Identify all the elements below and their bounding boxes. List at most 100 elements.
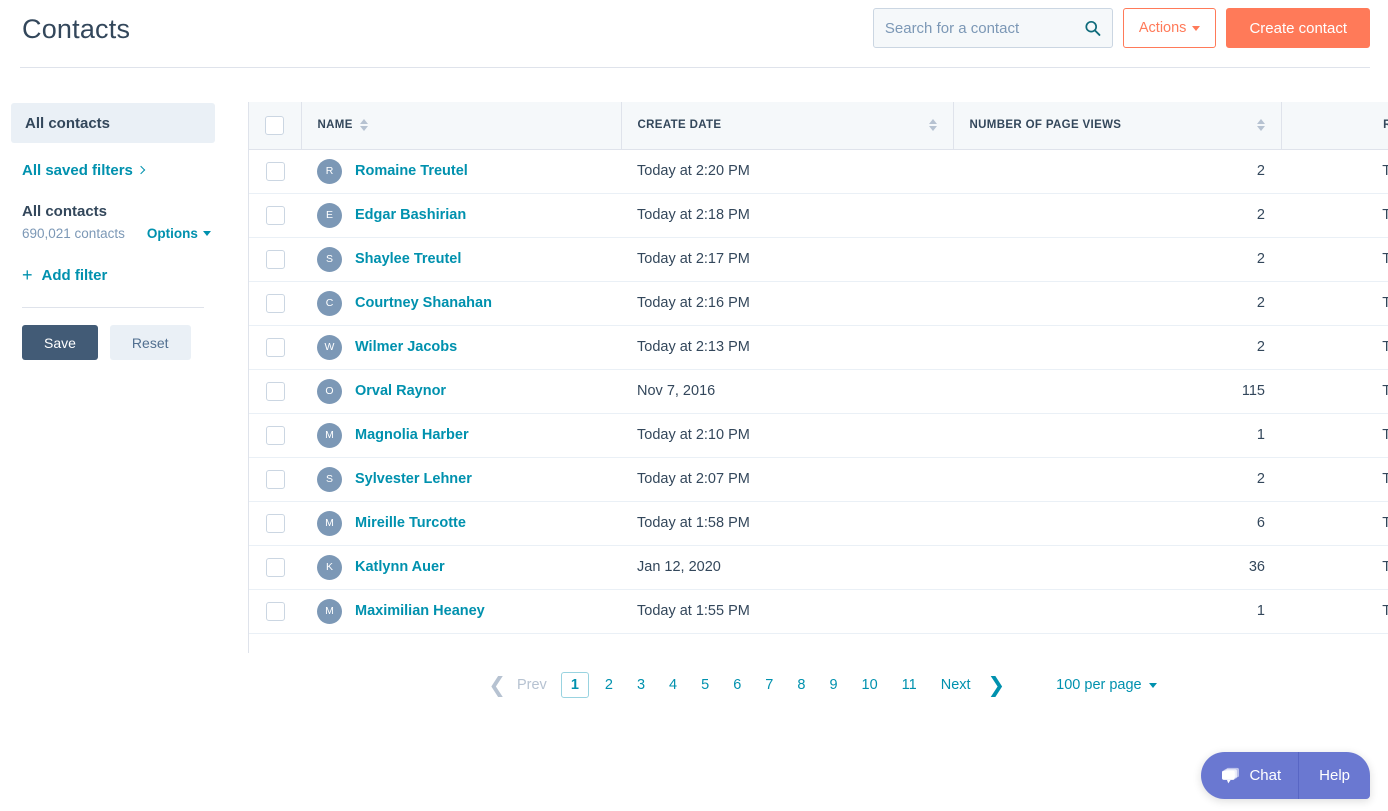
- row-name-cell: E Edgar Bashirian: [301, 193, 621, 238]
- save-button[interactable]: Save: [22, 325, 98, 360]
- row-checkbox[interactable]: [265, 469, 285, 489]
- add-filter-button[interactable]: + Add filter: [22, 266, 107, 284]
- column-header-name-label: NAME: [317, 119, 353, 132]
- chat-button[interactable]: Chat: [1201, 752, 1298, 799]
- page-header: Contacts Actions Create contact: [0, 0, 1388, 58]
- help-button[interactable]: Help: [1299, 752, 1370, 799]
- page-number-1[interactable]: 1: [560, 672, 589, 698]
- row-checkbox[interactable]: [265, 337, 285, 357]
- contact-name-link[interactable]: Wilmer Jacobs: [355, 339, 457, 355]
- row-page-views: 2: [953, 281, 1281, 326]
- row-checkbox[interactable]: [265, 557, 285, 577]
- all-saved-filters-link[interactable]: All saved filters: [22, 162, 146, 179]
- table-row[interactable]: M Maximilian Heaney Today at 1:55 PM1Today…: [249, 589, 1388, 634]
- contact-name-link[interactable]: Sylvester Lehner: [355, 471, 472, 487]
- contact-name-link[interactable]: Romaine Treutel: [355, 163, 468, 179]
- page-number-10[interactable]: 10: [850, 677, 890, 693]
- avatar: W: [317, 334, 342, 360]
- sidebar-buttons: Save Reset: [22, 325, 226, 360]
- reset-button[interactable]: Reset: [109, 325, 191, 360]
- column-header-page-views[interactable]: NUMBER OF PAGE VIEWS: [953, 102, 1282, 150]
- row-checkbox[interactable]: [265, 249, 285, 269]
- create-contact-button[interactable]: Create contact: [1226, 8, 1370, 48]
- sort-icon[interactable]: [1256, 119, 1265, 132]
- search-input[interactable]: [873, 9, 1112, 47]
- sort-icon[interactable]: [359, 119, 368, 132]
- row-page-views: 6: [953, 501, 1281, 546]
- contact-name-link[interactable]: Edgar Bashirian: [355, 207, 466, 223]
- options-dropdown[interactable]: Options: [147, 226, 211, 241]
- table-row[interactable]: R Romaine Treutel Today at 2:20 PM2Today a: [249, 149, 1388, 194]
- row-checkbox[interactable]: [265, 205, 285, 225]
- next-page-button[interactable]: Next: [929, 677, 979, 693]
- add-filter-label: Add filter: [41, 266, 108, 284]
- contact-name-link[interactable]: Shaylee Treutel: [355, 251, 461, 267]
- page-number-8[interactable]: 8: [785, 677, 817, 693]
- page-number-3[interactable]: 3: [625, 677, 657, 693]
- column-header-recent[interactable]: RECENT: [1281, 102, 1388, 150]
- prev-page-button[interactable]: Prev: [515, 677, 557, 693]
- column-header-create-date[interactable]: CREATE DATE: [621, 102, 954, 150]
- select-all-checkbox[interactable]: [265, 115, 284, 135]
- filter-meta: 690,021 contacts Options: [22, 226, 226, 241]
- chevron-down-icon: [1192, 25, 1201, 31]
- table-row[interactable]: C Courtney Shanahan Today at 2:16 PM2Today…: [249, 281, 1388, 326]
- contact-name-link[interactable]: Orval Raynor: [355, 383, 446, 399]
- avatar-initial: W: [324, 341, 335, 353]
- page-number-9[interactable]: 9: [817, 677, 849, 693]
- row-checkbox[interactable]: [265, 161, 285, 181]
- table-row[interactable]: K Katlynn Auer Jan 12, 202036Today a: [249, 545, 1388, 590]
- page-number-11[interactable]: 11: [890, 677, 929, 693]
- table-row[interactable]: M Mireille Turcotte Today at 1:58 PM6Today…: [249, 501, 1388, 546]
- contacts-page: Contacts Actions Create contact All cont…: [0, 0, 1388, 811]
- row-create-date: Today at 2:07 PM: [621, 457, 953, 502]
- row-checkbox[interactable]: [265, 513, 285, 533]
- row-checkbox[interactable]: [265, 425, 285, 445]
- column-header-recent-label: RECENT: [1383, 119, 1388, 131]
- contact-name-link[interactable]: Mireille Turcotte: [355, 515, 466, 531]
- sort-icon[interactable]: [928, 119, 937, 132]
- row-create-date: Nov 7, 2016: [621, 369, 953, 414]
- row-page-views: 2: [953, 325, 1281, 370]
- avatar: M: [317, 422, 342, 448]
- table-row[interactable]: O Orval Raynor Nov 7, 2016115Today a: [249, 369, 1388, 414]
- row-checkbox[interactable]: [265, 381, 285, 401]
- page-number-6[interactable]: 6: [721, 677, 753, 693]
- chevron-right-icon: [136, 165, 146, 175]
- avatar: M: [317, 598, 342, 624]
- avatar: O: [317, 378, 342, 404]
- table-row[interactable]: S Shaylee Treutel Today at 2:17 PM2Today a: [249, 237, 1388, 282]
- row-select-cell: [249, 149, 301, 194]
- row-select-cell: [249, 545, 301, 590]
- table-row[interactable]: W Wilmer Jacobs Today at 2:13 PM2Today a: [249, 325, 1388, 370]
- options-label: Options: [146, 226, 198, 241]
- page-number-2[interactable]: 2: [593, 677, 625, 693]
- search-box[interactable]: [872, 8, 1113, 48]
- prev-arrow-icon[interactable]: ❮: [479, 675, 515, 696]
- table-row[interactable]: M Magnolia Harber Today at 2:10 PM1Today a: [249, 413, 1388, 458]
- chat-widget: Chat Help: [1201, 752, 1370, 799]
- actions-button[interactable]: Actions: [1122, 8, 1217, 48]
- row-recent: Today a: [1281, 457, 1388, 502]
- contact-name-link[interactable]: Courtney Shanahan: [355, 295, 492, 311]
- table-row[interactable]: E Edgar Bashirian Today at 2:18 PM2Today a: [249, 193, 1388, 238]
- row-checkbox[interactable]: [265, 293, 285, 313]
- sidebar-item-all-contacts[interactable]: All contacts: [11, 103, 215, 143]
- column-header-name[interactable]: NAME: [301, 102, 622, 150]
- row-select-cell: [249, 501, 301, 546]
- contact-name-link[interactable]: Maximilian Heaney: [355, 603, 485, 619]
- row-checkbox[interactable]: [265, 601, 285, 621]
- page-number-4[interactable]: 4: [657, 677, 689, 693]
- avatar-initial: C: [325, 297, 334, 309]
- page-number-5[interactable]: 5: [689, 677, 721, 693]
- plus-icon: +: [22, 265, 33, 285]
- table-row[interactable]: S Sylvester Lehner Today at 2:07 PM2Today …: [249, 457, 1388, 502]
- next-arrow-icon[interactable]: ❯: [979, 675, 1015, 696]
- row-create-date: Today at 1:58 PM: [621, 501, 953, 546]
- page-number-7[interactable]: 7: [753, 677, 785, 693]
- row-recent: Today a: [1281, 413, 1388, 458]
- contact-name-link[interactable]: Magnolia Harber: [355, 427, 469, 443]
- contact-name-link[interactable]: Katlynn Auer: [355, 559, 445, 575]
- per-page-dropdown[interactable]: 100 per page: [1056, 677, 1157, 693]
- row-select-cell: [249, 237, 301, 282]
